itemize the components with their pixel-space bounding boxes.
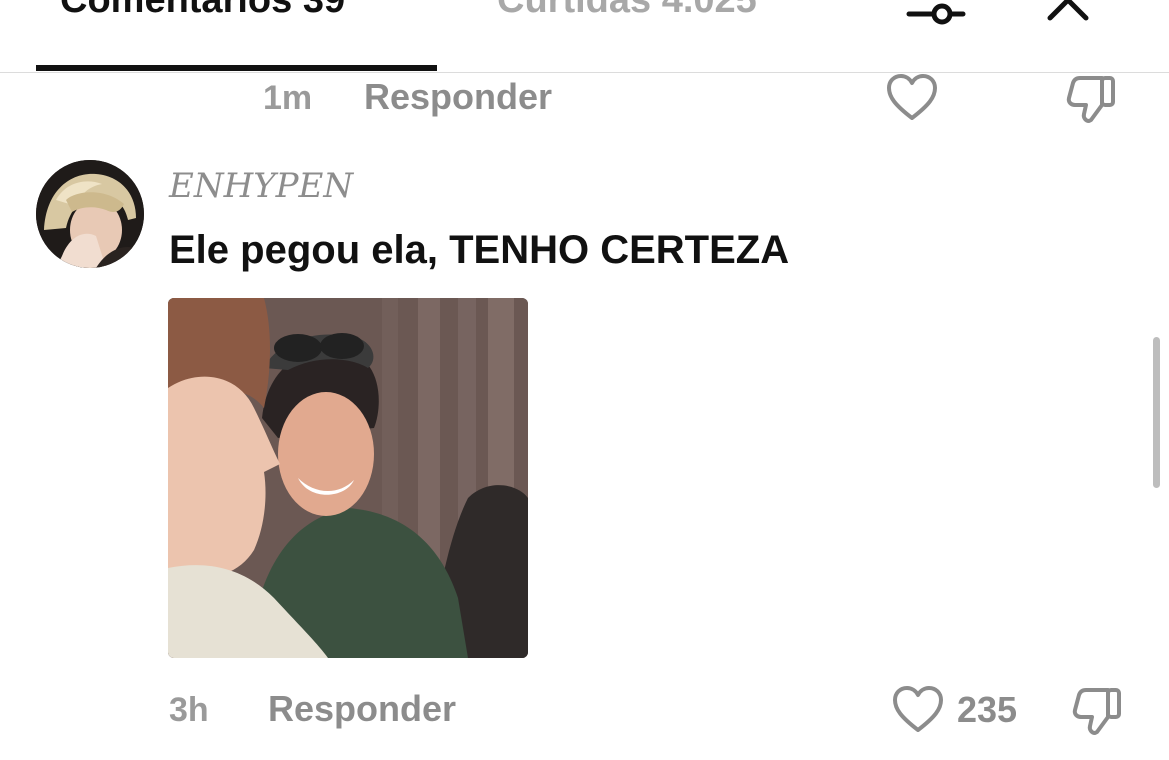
heart-outline-icon xyxy=(887,74,937,120)
comment-username[interactable]: ENHYPEN xyxy=(169,166,353,206)
avatar[interactable] xyxy=(36,160,144,268)
avatar-image xyxy=(36,160,144,268)
previous-comment-dislike-button[interactable] xyxy=(1064,72,1118,126)
dislike-button[interactable] xyxy=(1070,684,1124,738)
reply-button[interactable]: Responder xyxy=(268,688,456,730)
previous-comment-time: 1m xyxy=(263,79,313,117)
close-button[interactable] xyxy=(1044,0,1092,24)
comment-text: Ele pegou ela, TENHO CERTEZA xyxy=(169,228,790,272)
like-button[interactable] xyxy=(891,685,945,735)
filter-button[interactable] xyxy=(905,0,967,30)
heart-outline-icon xyxy=(893,686,943,732)
like-count: 235 xyxy=(957,689,1018,730)
previous-comment-like-button[interactable] xyxy=(885,73,939,123)
comment-photo xyxy=(168,298,528,658)
thumbs-down-icon xyxy=(1066,76,1115,123)
comment-attached-image[interactable] xyxy=(168,298,528,658)
comments-screen: Comentários 39 Curtidas 4.025 1m Respond… xyxy=(0,0,1169,760)
filter-slider-icon xyxy=(906,3,966,25)
comments-tab-bar: Comentários 39 Curtidas 4.025 xyxy=(0,0,1169,73)
active-tab-indicator xyxy=(36,65,437,71)
scrollbar-thumb[interactable] xyxy=(1153,337,1160,488)
previous-comment-reply-button[interactable]: Responder xyxy=(364,76,552,118)
comment-time: 3h xyxy=(169,691,209,729)
thumbs-down-icon xyxy=(1072,688,1121,735)
tab-likes[interactable]: Curtidas 4.025 xyxy=(497,0,757,22)
close-icon xyxy=(1047,0,1089,21)
tab-comments[interactable]: Comentários 39 xyxy=(60,0,345,22)
